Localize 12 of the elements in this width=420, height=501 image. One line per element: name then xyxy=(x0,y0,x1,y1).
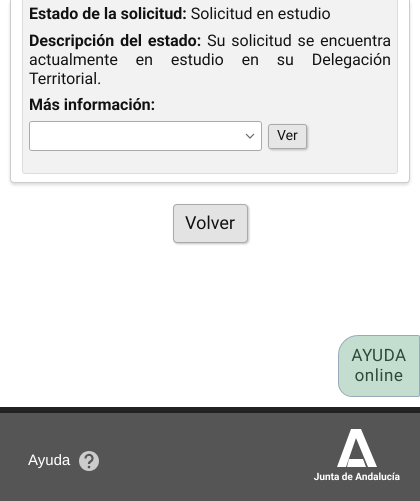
help-link[interactable]: Ayuda xyxy=(28,450,100,472)
back-button[interactable]: Volver xyxy=(172,204,248,243)
logo-text: Junta de Andalucía xyxy=(314,471,400,485)
more-info-label: Más información: xyxy=(29,95,156,115)
view-button[interactable]: Ver xyxy=(268,124,307,148)
status-text: Estado de la solicitud: Solicitud en estudio xyxy=(29,4,332,24)
help-icon xyxy=(78,450,100,472)
logo-icon xyxy=(336,429,377,467)
help-online-button[interactable]: AYUDA online xyxy=(338,335,420,397)
chevron-down-icon xyxy=(245,133,255,139)
info-select[interactable] xyxy=(29,121,262,151)
description-text: Descripción del estado: Su solicitud se encuentra actualmente en estudio en su Delegación Territorial. xyxy=(29,31,391,88)
